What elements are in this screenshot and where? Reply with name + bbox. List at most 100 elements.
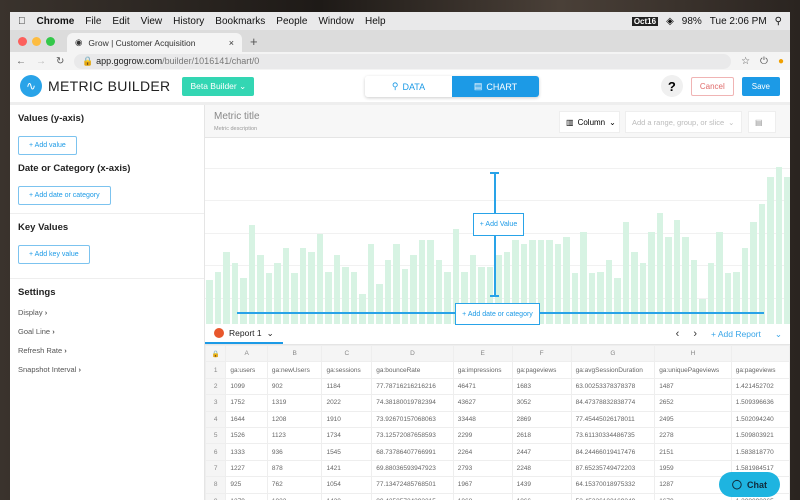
table-cell[interactable]: ga:avgSessionDuration: [570, 361, 656, 379]
settings-refresh-rate[interactable]: Refresh Rate ›: [18, 346, 196, 355]
table-cell[interactable]: 1683: [511, 377, 572, 396]
table-cell[interactable]: 2447: [511, 443, 572, 461]
table-cell[interactable]: 1227: [225, 459, 268, 478]
battery-percent[interactable]: 98%: [682, 16, 702, 27]
clock[interactable]: Tue 2:06 PM: [710, 16, 767, 27]
table-cell[interactable]: 1333: [225, 443, 268, 461]
add-category-overlay-button[interactable]: + Add date or category: [455, 303, 540, 325]
column-letter[interactable]: C: [321, 344, 373, 363]
prev-report-icon[interactable]: ‹: [676, 328, 680, 340]
browser-tab[interactable]: ◉ Grow | Customer Acquisition ×: [67, 33, 242, 52]
menu-window[interactable]: Window: [318, 16, 354, 27]
table-cell[interactable]: 2278: [654, 426, 732, 445]
table-cell[interactable]: 84.47378832838774: [570, 394, 656, 412]
table-cell[interactable]: 1967: [452, 476, 513, 494]
tab-chart[interactable]: ▤ CHART: [452, 76, 539, 97]
menu-people[interactable]: People: [276, 16, 307, 27]
metric-title[interactable]: Metric title: [214, 111, 260, 122]
column-letter[interactable]: E: [452, 344, 513, 363]
table-cell[interactable]: 2495: [654, 410, 732, 428]
table-cell[interactable]: 73.61130334486735: [570, 426, 656, 445]
add-report-dropdown-icon[interactable]: ⌄: [775, 329, 782, 340]
minimize-window-button[interactable]: [32, 36, 41, 46]
forward-icon[interactable]: →: [36, 56, 46, 67]
table-cell[interactable]: 63.00253378378378: [570, 377, 656, 396]
apple-icon[interactable]: : [18, 16, 26, 27]
table-cell[interactable]: 84.24466019417476: [570, 443, 656, 461]
table-cell[interactable]: 1379: [225, 492, 268, 500]
table-cell[interactable]: 2869: [511, 410, 572, 428]
table-cell[interactable]: 1032: [266, 492, 323, 500]
table-cell[interactable]: 2022: [321, 394, 373, 412]
settings-display[interactable]: Display ›: [18, 308, 196, 317]
table-cell[interactable]: 1123: [266, 426, 323, 445]
table-cell[interactable]: 73.92670157068063: [371, 410, 454, 428]
add-value-overlay-button[interactable]: + Add Value: [473, 213, 524, 236]
table-cell[interactable]: 87.65235749472203: [570, 459, 656, 478]
table-cell[interactable]: 902: [266, 377, 323, 396]
table-cell[interactable]: 1208: [266, 410, 323, 428]
table-cell[interactable]: 77.45445026178011: [570, 410, 656, 428]
menu-help[interactable]: Help: [365, 16, 386, 27]
table-cell[interactable]: ga:uniquePageviews: [654, 361, 732, 379]
table-cell[interactable]: 1184: [321, 377, 373, 396]
help-button[interactable]: ?: [660, 75, 683, 97]
menu-history[interactable]: History: [173, 16, 204, 27]
table-cell[interactable]: 1526: [225, 426, 268, 445]
table-cell[interactable]: 77.13472485768501: [371, 476, 454, 494]
metric-description[interactable]: Metric description: [214, 126, 257, 132]
bookmark-star-icon[interactable]: ☆: [741, 56, 750, 67]
table-cell[interactable]: 1.421452702: [730, 377, 790, 396]
settings-snapshot-interval[interactable]: Snapshot Interval ›: [18, 365, 196, 374]
table-cell[interactable]: 1420: [321, 492, 373, 500]
table-cell[interactable]: 1487: [654, 377, 732, 396]
table-cell[interactable]: 1644: [225, 410, 268, 428]
table-cell[interactable]: 1421: [321, 459, 373, 478]
table-cell[interactable]: 46471: [452, 377, 513, 396]
beta-builder-dropdown[interactable]: Beta Builder ⌄: [182, 76, 255, 96]
extension-icon[interactable]: ●: [778, 56, 784, 67]
tab-data[interactable]: ⚲ DATA: [365, 76, 452, 97]
table-cell[interactable]: 77.78716216216216: [371, 377, 454, 396]
table-cell[interactable]: 74.38180019782394: [371, 394, 454, 412]
table-cell[interactable]: 1.502094240: [730, 410, 790, 428]
menu-file[interactable]: File: [85, 16, 101, 27]
close-tab-icon[interactable]: ×: [229, 38, 234, 48]
table-cell[interactable]: ga:pageviews: [730, 361, 790, 379]
table-cell[interactable]: 43627: [452, 394, 513, 412]
table-cell[interactable]: 2264: [452, 443, 513, 461]
column-letter[interactable]: F: [511, 344, 572, 363]
table-cell[interactable]: 3052: [511, 394, 572, 412]
table-cell[interactable]: 33448: [452, 410, 513, 428]
table-cell[interactable]: 53.45326102169349: [570, 492, 656, 500]
table-cell[interactable]: 1.509396636: [730, 394, 790, 412]
table-cell[interactable]: 64.15370018975332: [570, 476, 656, 494]
back-icon[interactable]: ←: [16, 56, 26, 67]
wifi-icon[interactable]: ◈: [666, 16, 674, 27]
next-report-icon[interactable]: ›: [693, 328, 697, 340]
chart-options-dropdown[interactable]: ▤: [748, 111, 776, 133]
chart-type-dropdown[interactable]: ▥ Column ⌄: [559, 111, 620, 133]
lock-column-icon[interactable]: 🔒: [204, 344, 227, 363]
cancel-button[interactable]: Cancel: [690, 76, 734, 96]
table-cell[interactable]: 2793: [452, 459, 513, 478]
menu-app[interactable]: Chrome: [37, 16, 75, 27]
chevron-down-icon[interactable]: ⌄: [267, 328, 274, 339]
reload-icon[interactable]: ↻: [56, 56, 64, 67]
table-cell[interactable]: 1670: [654, 492, 732, 500]
table-cell[interactable]: 1545: [321, 443, 373, 461]
column-letter[interactable]: H: [654, 344, 732, 363]
table-cell[interactable]: 1959: [654, 459, 732, 478]
table-cell[interactable]: 1068: [452, 492, 513, 500]
add-value-button[interactable]: + Add value: [18, 136, 77, 155]
save-button[interactable]: Save: [741, 76, 780, 96]
power-icon[interactable]: ⏻: [760, 56, 768, 67]
menu-edit[interactable]: Edit: [112, 16, 129, 27]
close-window-button[interactable]: [18, 36, 27, 46]
table-cell[interactable]: 2248: [511, 459, 572, 478]
table-cell[interactable]: ga:bounceRate: [371, 361, 454, 379]
menu-bookmarks[interactable]: Bookmarks: [215, 16, 265, 27]
table-cell[interactable]: 68.73786407766991: [371, 443, 454, 461]
table-cell[interactable]: 2652: [654, 394, 732, 412]
column-letter[interactable]: G: [570, 344, 656, 363]
